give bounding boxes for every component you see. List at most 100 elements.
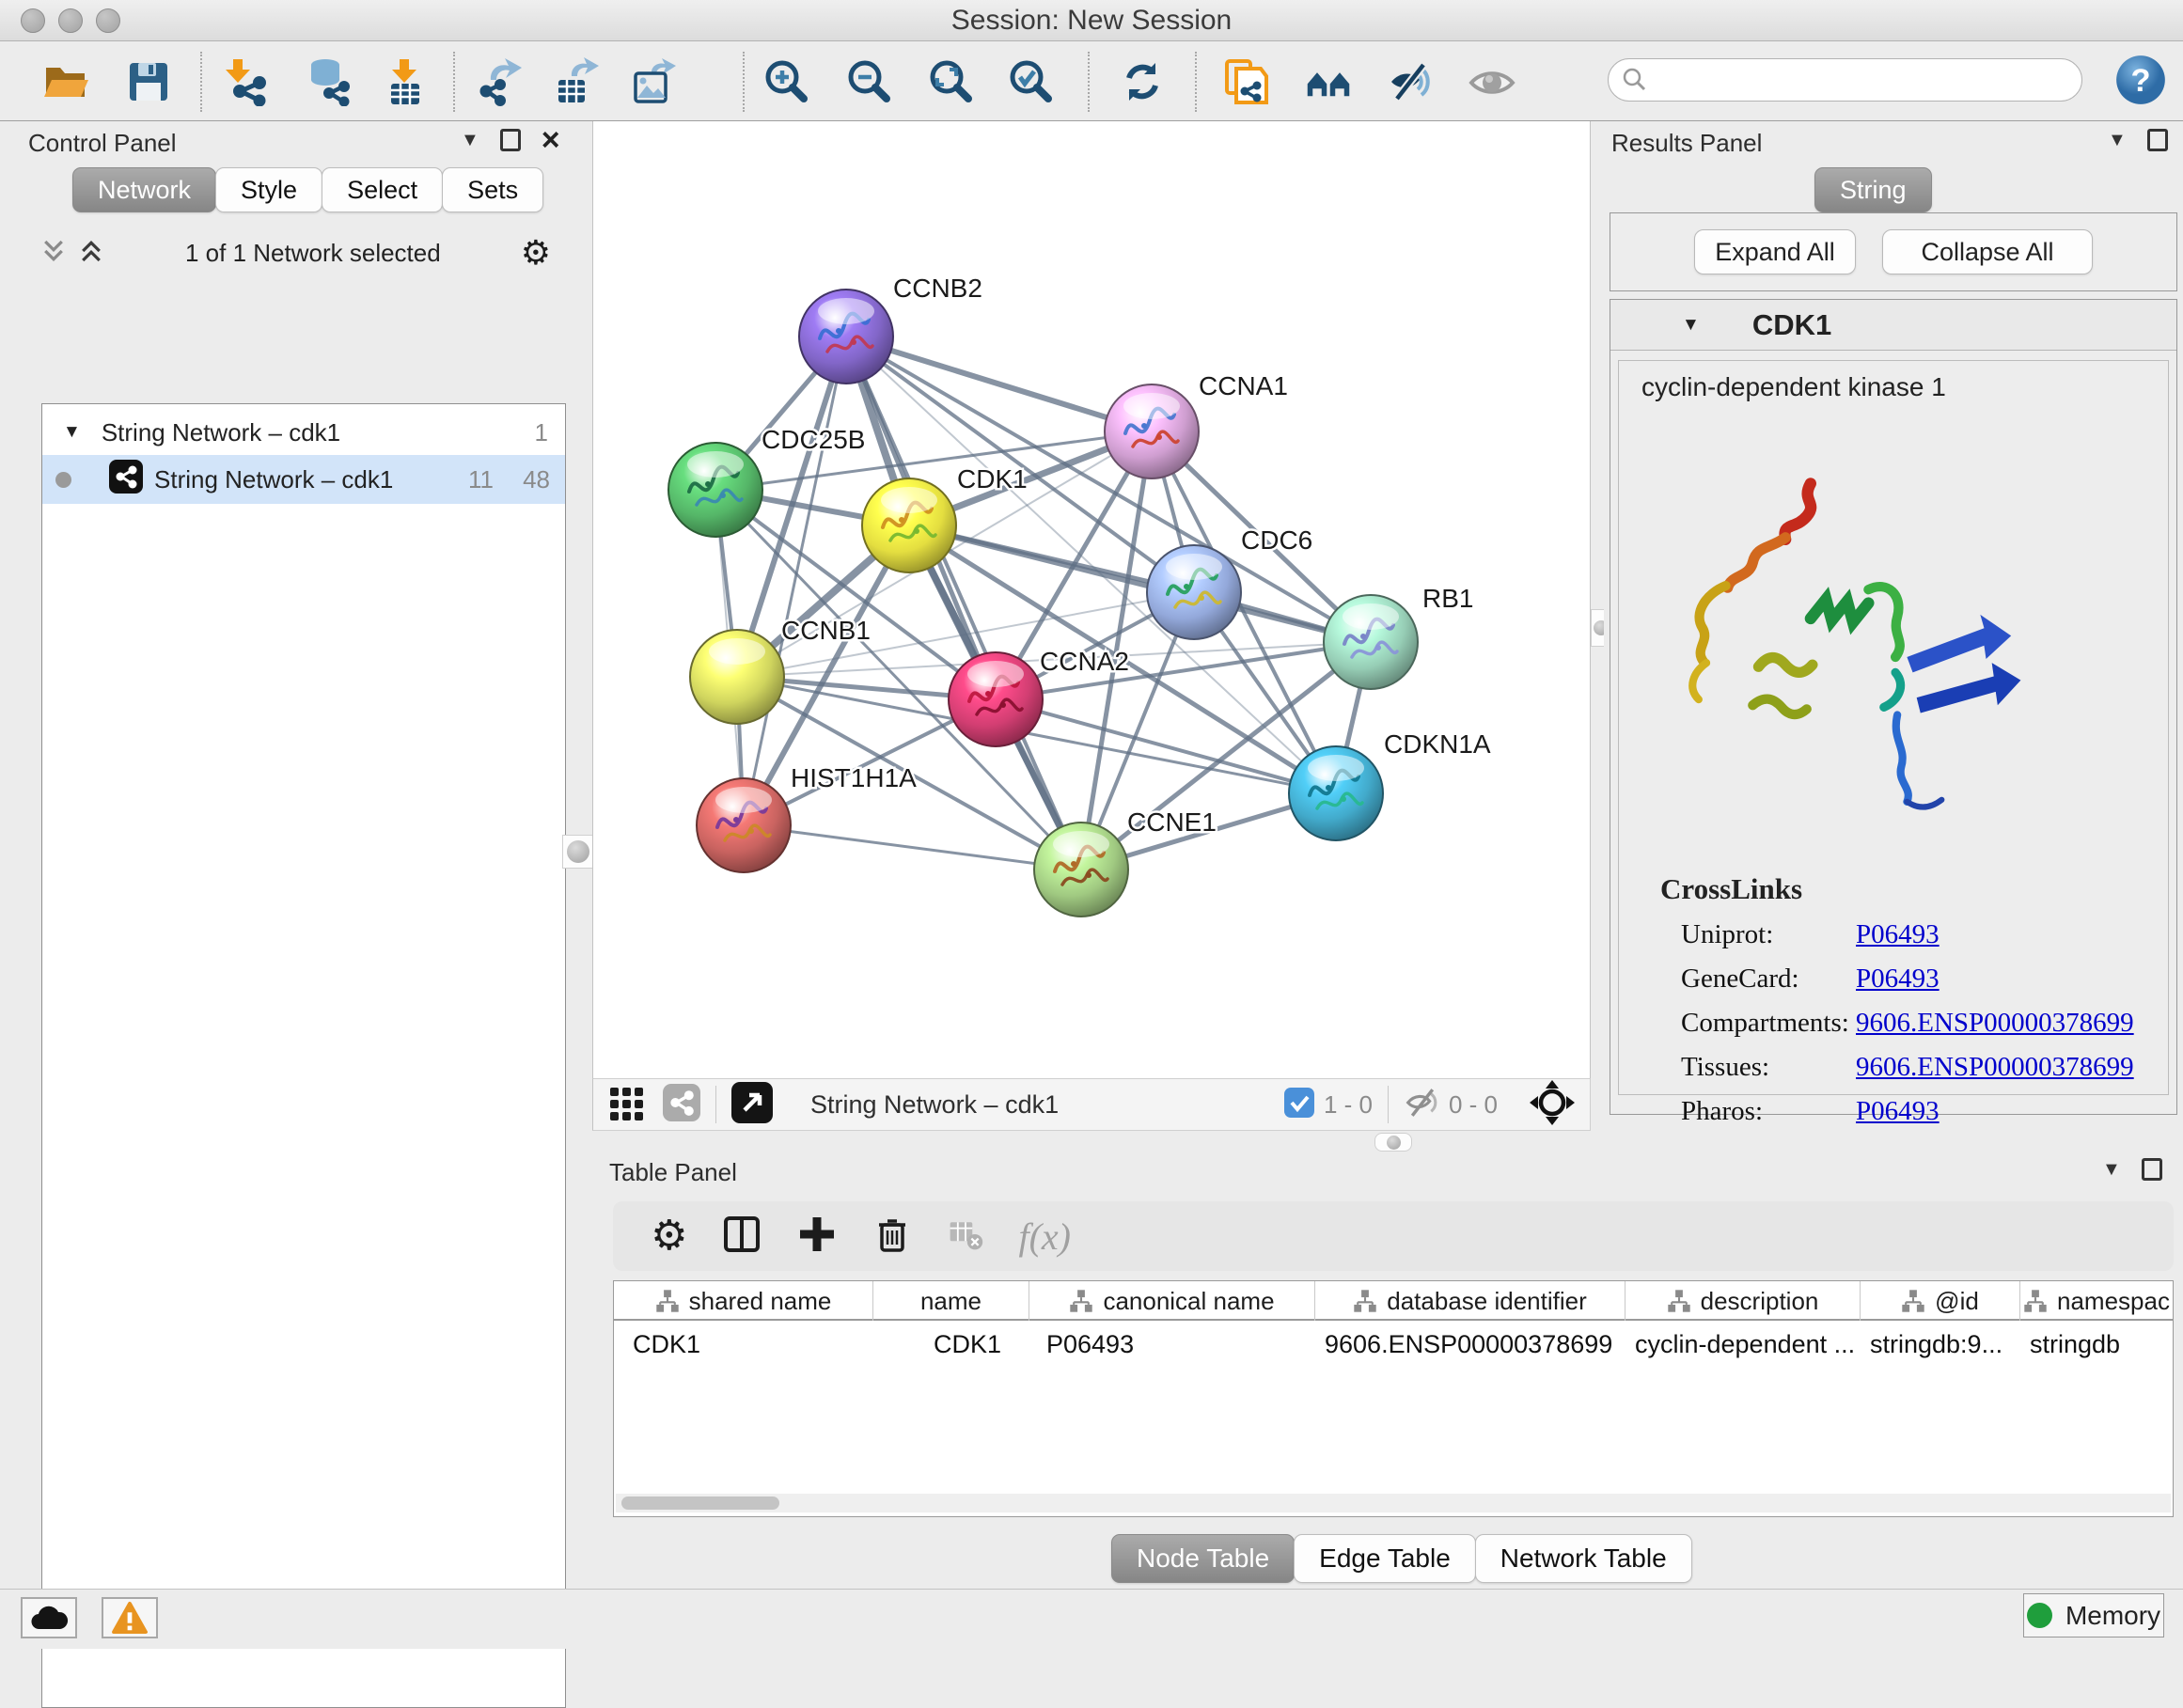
zoom-fit-icon[interactable]	[927, 57, 976, 106]
cell-name[interactable]: CDK1	[934, 1330, 1001, 1359]
cell-namespace[interactable]: stringdb	[2030, 1330, 2120, 1359]
network-node-CCNB1[interactable]	[690, 630, 784, 724]
left-splitter-handle[interactable]	[562, 835, 594, 869]
column-header-name[interactable]: name	[873, 1281, 1029, 1321]
expand-all-chevron-icon[interactable]	[77, 237, 105, 270]
network-node-CDK1[interactable]	[862, 478, 956, 572]
node-table[interactable]: shared name name canonical name database…	[613, 1280, 2174, 1517]
network-node-CCNA2[interactable]	[949, 652, 1043, 746]
tree-expand-icon[interactable]: ▼	[63, 422, 81, 443]
zoom-out-icon[interactable]	[845, 57, 894, 106]
panel-float-icon[interactable]	[500, 129, 521, 151]
crosslink-uniprot-link[interactable]: P06493	[1856, 919, 1940, 950]
panel-float-icon[interactable]	[2147, 129, 2168, 151]
panel-close-icon[interactable]: ×	[542, 129, 560, 151]
column-header-description[interactable]: description	[1625, 1281, 1861, 1321]
copy-network-icon[interactable]	[1221, 57, 1270, 106]
collapse-entry-icon[interactable]: ▼	[1682, 315, 1700, 336]
neighborhood-houses-icon[interactable]	[1304, 57, 1353, 106]
panel-float-icon[interactable]	[2142, 1158, 2162, 1181]
crosslink-genecard-link[interactable]: P06493	[1856, 964, 1940, 995]
crosslink-tissues-link[interactable]: 9606.ENSP00000378699	[1856, 1052, 2134, 1083]
network-view-icon[interactable]	[663, 1084, 700, 1126]
network-graph[interactable]: CCNB2CCNA1CDC25BCDK1CDC6RB1CCNB1CCNA2CDK…	[593, 121, 1590, 1076]
column-header-namespace[interactable]: namespac	[2020, 1281, 2173, 1321]
column-header-canonical-name[interactable]: canonical name	[1029, 1281, 1315, 1321]
search-field[interactable]	[1608, 58, 2082, 102]
collapse-all-button[interactable]: Collapse All	[1882, 229, 2093, 274]
gear-icon[interactable]: ⚙	[521, 233, 551, 273]
collapse-all-chevron-icon[interactable]	[39, 237, 68, 270]
tab-sets[interactable]: Sets	[442, 167, 543, 212]
hide-selected-eye-slash-icon[interactable]	[1386, 57, 1435, 106]
network-node-CDC6[interactable]	[1147, 545, 1241, 639]
apply-layout-icon[interactable]	[1118, 57, 1167, 106]
open-file-icon[interactable]	[41, 57, 90, 106]
warnings-button[interactable]	[102, 1597, 158, 1638]
horizontal-splitter-handle[interactable]	[1374, 1133, 1412, 1152]
crosslink-pharos-link[interactable]: P06493	[1856, 1096, 1940, 1127]
export-network-icon[interactable]	[474, 57, 523, 106]
delete-column-trash-icon[interactable]	[872, 1214, 913, 1260]
export-table-icon[interactable]	[551, 57, 600, 106]
cell-shared-name[interactable]: CDK1	[633, 1330, 700, 1359]
tab-select[interactable]: Select	[322, 167, 443, 212]
network-node-CCNE1[interactable]	[1034, 823, 1128, 917]
table-gear-icon[interactable]: ⚙	[651, 1215, 687, 1257]
import-network-database-icon[interactable]	[305, 57, 353, 106]
network-node-CCNB2[interactable]	[799, 290, 893, 384]
network-node-CDC25B[interactable]	[668, 443, 762, 537]
cloud-status-button[interactable]	[21, 1597, 77, 1638]
network-row-selected[interactable]: String Network – cdk1 11 48	[42, 455, 565, 504]
minimize-window-button[interactable]	[58, 8, 83, 33]
cell-database-identifier[interactable]: 9606.ENSP00000378699	[1325, 1330, 1612, 1359]
window-title: Session: New Session	[0, 0, 2183, 41]
tab-network-table[interactable]: Network Table	[1475, 1534, 1692, 1583]
network-node-CDKN1A[interactable]	[1289, 746, 1383, 840]
add-column-icon[interactable]	[796, 1214, 838, 1260]
tab-edge-table[interactable]: Edge Table	[1294, 1534, 1476, 1583]
cell-id[interactable]: stringdb:9...	[1870, 1330, 2002, 1359]
cell-canonical-name[interactable]: P06493	[1046, 1330, 1134, 1359]
show-graphics-eye-icon[interactable]	[1468, 57, 1516, 106]
show-columns-icon[interactable]	[721, 1214, 762, 1260]
expand-all-button[interactable]: Expand All	[1694, 229, 1856, 274]
tab-network[interactable]: Network	[72, 167, 216, 212]
column-header-database-identifier[interactable]: database identifier	[1315, 1281, 1625, 1321]
export-image-icon[interactable]	[629, 57, 678, 106]
zoom-selected-icon[interactable]	[1007, 57, 1056, 106]
zoom-window-button[interactable]	[96, 8, 120, 33]
gene-header-row[interactable]: ▼ CDK1	[1610, 300, 2176, 351]
memory-button[interactable]: Memory	[2023, 1593, 2164, 1637]
network-node-RB1[interactable]	[1324, 595, 1418, 689]
fit-content-crosshair-icon[interactable]	[1530, 1080, 1575, 1130]
table-scrollbar-thumb[interactable]	[621, 1496, 779, 1510]
selection-checkbox-icon[interactable]	[1284, 1088, 1314, 1122]
network-node-CCNA1[interactable]	[1105, 384, 1199, 478]
panel-menu-icon[interactable]: ▼	[2108, 130, 2127, 151]
import-table-icon[interactable]	[380, 57, 429, 106]
selection-count: 1 - 0	[1324, 1090, 1373, 1120]
tab-string[interactable]: String	[1814, 167, 1932, 212]
search-input[interactable]	[1648, 66, 2052, 95]
close-window-button[interactable]	[21, 8, 45, 33]
cell-description[interactable]: cyclin-dependent ...	[1635, 1330, 1855, 1359]
column-header-id[interactable]: @id	[1861, 1281, 2020, 1321]
table-scrollbar-track[interactable]	[616, 1494, 2171, 1512]
network-node-HIST1H1A[interactable]	[697, 778, 791, 872]
panel-menu-icon[interactable]: ▼	[461, 130, 479, 151]
save-session-icon[interactable]	[124, 57, 173, 106]
tab-style[interactable]: Style	[215, 167, 322, 212]
zoom-in-icon[interactable]	[762, 57, 811, 106]
hidden-eye-slash-icon[interactable]	[1404, 1084, 1441, 1126]
help-icon[interactable]: ?	[2114, 54, 2167, 106]
grid-view-icon[interactable]	[608, 1084, 646, 1126]
detach-view-icon[interactable]	[731, 1082, 773, 1128]
network-canvas[interactable]: CCNB2CCNA1CDC25BCDK1CDC6RB1CCNB1CCNA2CDK…	[592, 121, 1591, 1078]
network-collection-row[interactable]: ▼ String Network – cdk1 1	[42, 410, 565, 455]
import-network-file-icon[interactable]	[222, 57, 271, 106]
crosslink-compartments-link[interactable]: 9606.ENSP00000378699	[1856, 1008, 2134, 1039]
tab-node-table[interactable]: Node Table	[1111, 1534, 1295, 1583]
panel-menu-icon[interactable]: ▼	[2102, 1159, 2121, 1181]
column-header-shared-name[interactable]: shared name	[614, 1281, 873, 1321]
